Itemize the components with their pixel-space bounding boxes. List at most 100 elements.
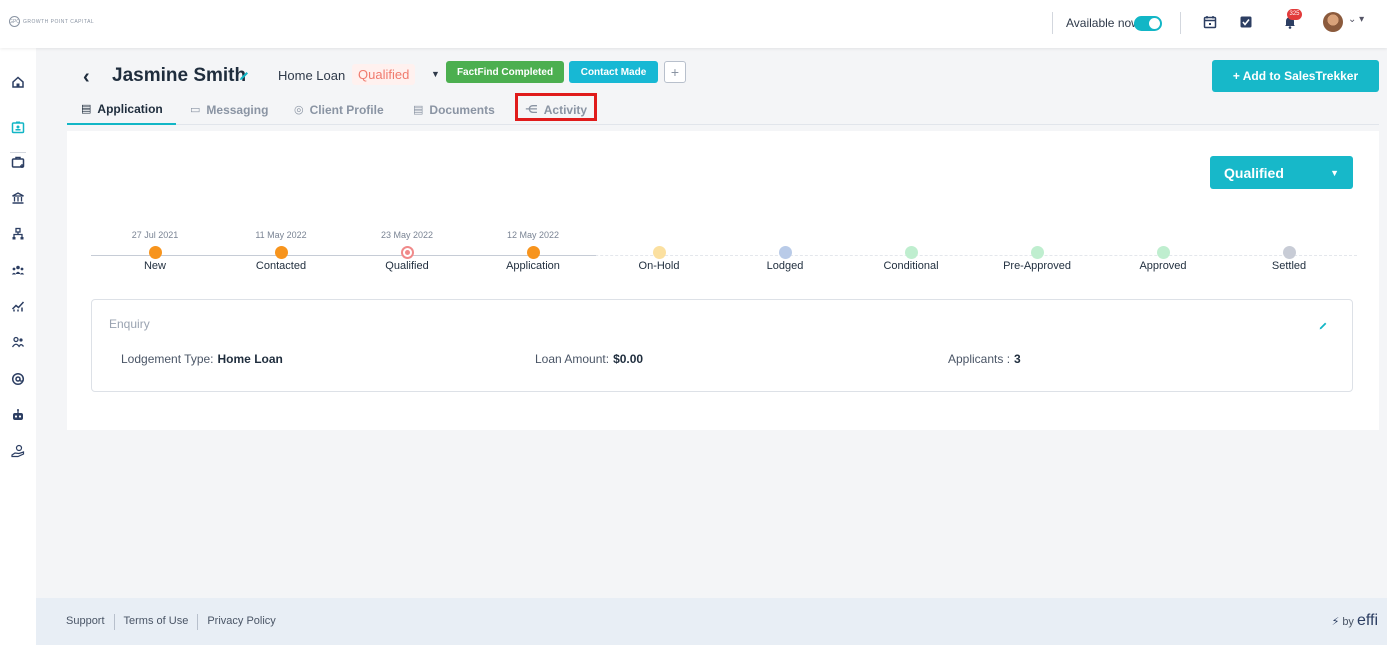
timeline-step-label: Qualified [385, 260, 429, 272]
availability-toggle[interactable] [1134, 16, 1162, 31]
applicants-value: 3 [1014, 352, 1021, 366]
divider [1052, 12, 1053, 34]
lodgement-type-value: Home Loan [217, 352, 283, 366]
timeline-step-dot [652, 246, 666, 259]
contact-made-tag[interactable]: Contact Made [569, 61, 658, 83]
edit-pencil-icon[interactable] [238, 69, 250, 87]
add-to-salestrekker-button[interactable]: + Add to SalesTrekker [1212, 60, 1379, 92]
timeline-step-dot [904, 246, 918, 259]
applicants-field: Applicants :3 [948, 352, 1021, 366]
timeline-step-date: 23 May 2022 [380, 230, 434, 240]
timeline-step-qualified[interactable]: 23 May 2022 Qualified [342, 226, 472, 272]
finance-hand-icon[interactable] [8, 441, 28, 461]
availability-label: Available now [1066, 16, 1140, 30]
timeline-step-application[interactable]: 12 May 2022 Application [468, 226, 598, 272]
team-icon[interactable] [8, 260, 28, 280]
calendar-icon[interactable] [1201, 13, 1219, 31]
status-badge[interactable]: Qualified [352, 64, 416, 85]
caret-down-icon: ▼ [1330, 167, 1339, 178]
timeline-step-settled[interactable]: Settled [1224, 226, 1354, 272]
effi-logo: effi [1356, 612, 1378, 629]
powered-prefix: by [1342, 616, 1354, 628]
enquiry-panel: Enquiry Lodgement Type: Home Loan Loan Am… [91, 299, 1353, 392]
home-icon[interactable] [8, 72, 28, 92]
chevron-down-icon[interactable]: ⌄ ▾ [1348, 14, 1364, 25]
divider [197, 614, 199, 630]
footer: Support Terms of Use Privacy Policy ⚡ by… [36, 598, 1387, 645]
task-check-icon[interactable] [1237, 13, 1255, 31]
tab-client-profile[interactable]: ◎ Client Profile [294, 94, 384, 125]
tab-application[interactable]: ▤ Application [67, 94, 176, 125]
timeline-step-label: Conditional [883, 260, 939, 272]
timeline-step-lodged[interactable]: Lodged [720, 226, 850, 272]
privacy-link[interactable]: Privacy Policy [207, 615, 275, 631]
timeline-step-label: Pre-Approved [1003, 260, 1071, 272]
timeline-step-dot [274, 246, 288, 259]
terms-link[interactable]: Terms of Use [124, 615, 189, 631]
application-card: Qualified ▼ 27 Jul 2021 New 11 May 2022 Con… [67, 131, 1379, 430]
loan-amount-value: $0.00 [613, 352, 644, 366]
divider [113, 614, 115, 630]
applications-icon[interactable] [8, 117, 28, 137]
org-chart-icon[interactable] [8, 224, 28, 244]
company-logo[interactable]: GPC GROWTH POINT CAPITAL [9, 16, 94, 27]
timeline-step-label: On-Hold [638, 260, 680, 272]
loan-amount-label: Loan Amount: [535, 352, 610, 366]
clipboard-icon: ▤ [81, 103, 92, 115]
timeline-step-pre-approved[interactable]: Pre-Approved [972, 226, 1102, 272]
powered-by[interactable]: ⚡ by effi [1332, 612, 1378, 630]
divider [1180, 12, 1181, 34]
tab-label: Messaging [206, 102, 269, 117]
timeline-step-date [1098, 226, 1228, 244]
bolt-icon: ⚡ [1331, 616, 1340, 628]
timeline-step-dot [1156, 246, 1170, 259]
add-tag-button[interactable]: + [664, 61, 686, 83]
timeline-step-date [846, 226, 976, 244]
footer-links: Support Terms of Use Privacy Policy [66, 614, 276, 631]
notification-badge: 325 [1287, 9, 1302, 20]
robot-icon[interactable] [8, 405, 28, 425]
timeline-step-dot [1282, 246, 1296, 259]
email-at-icon[interactable] [8, 369, 28, 389]
timeline-step-label: Settled [1271, 260, 1307, 272]
tab-documents[interactable]: ▤ Documents [413, 94, 495, 125]
lodgement-type-field: Lodgement Type: Home Loan [121, 352, 283, 366]
bank-icon[interactable] [8, 188, 28, 208]
tab-label: Documents [429, 102, 495, 117]
tab-label: Client Profile [309, 102, 384, 117]
caret-down-icon[interactable]: ▼ [431, 69, 440, 79]
timeline-step-date: 12 May 2022 [506, 230, 560, 240]
growth-chart-icon[interactable] [8, 296, 28, 316]
activity-tab-highlight [515, 93, 597, 121]
briefcase-add-icon[interactable] [8, 152, 28, 172]
stage-dropdown-value: Qualified [1224, 164, 1284, 181]
timeline-step-on-hold[interactable]: On-Hold [594, 226, 724, 272]
loan-amount-field: Loan Amount: $0.00 [535, 352, 643, 366]
timeline-step-dot [148, 246, 162, 259]
support-link[interactable]: Support [66, 615, 105, 631]
logo-mark: GPC [9, 16, 20, 27]
back-icon[interactable]: ‹ [83, 66, 90, 89]
stage-dropdown[interactable]: Qualified ▼ [1210, 156, 1353, 189]
tab-bar: ▤ Application ▭ Messaging ◎ Client Profi… [67, 94, 1379, 125]
timeline-step-dot [400, 246, 414, 259]
timeline-step-approved[interactable]: Approved [1098, 226, 1228, 272]
message-icon: ▭ [190, 104, 201, 116]
timeline-step-label: Approved [1139, 260, 1187, 272]
edit-pencil-icon[interactable] [1318, 318, 1328, 336]
timeline-step-conditional[interactable]: Conditional [846, 226, 976, 272]
avatar[interactable] [1323, 12, 1343, 32]
contacts-icon[interactable] [8, 332, 28, 352]
top-bar: GPC GROWTH POINT CAPITAL Available now 3… [0, 0, 1387, 48]
status-timeline: 27 Jul 2021 New 11 May 2022 Contacted 23 May… [67, 226, 1379, 286]
timeline-step-contacted[interactable]: 11 May 2022 Contacted [216, 226, 346, 272]
timeline-step-new[interactable]: 27 Jul 2021 New [90, 226, 220, 272]
timeline-step-date [594, 226, 724, 244]
factfind-completed-tag[interactable]: FactFind Completed [446, 61, 564, 83]
timeline-step-dot [778, 246, 792, 259]
tab-messaging[interactable]: ▭ Messaging [190, 94, 268, 125]
sidebar [0, 48, 36, 645]
page-title: Jasmine Smith [112, 65, 247, 86]
timeline-step-dot [526, 246, 540, 259]
logo-text: GROWTH POINT CAPITAL [23, 18, 95, 25]
